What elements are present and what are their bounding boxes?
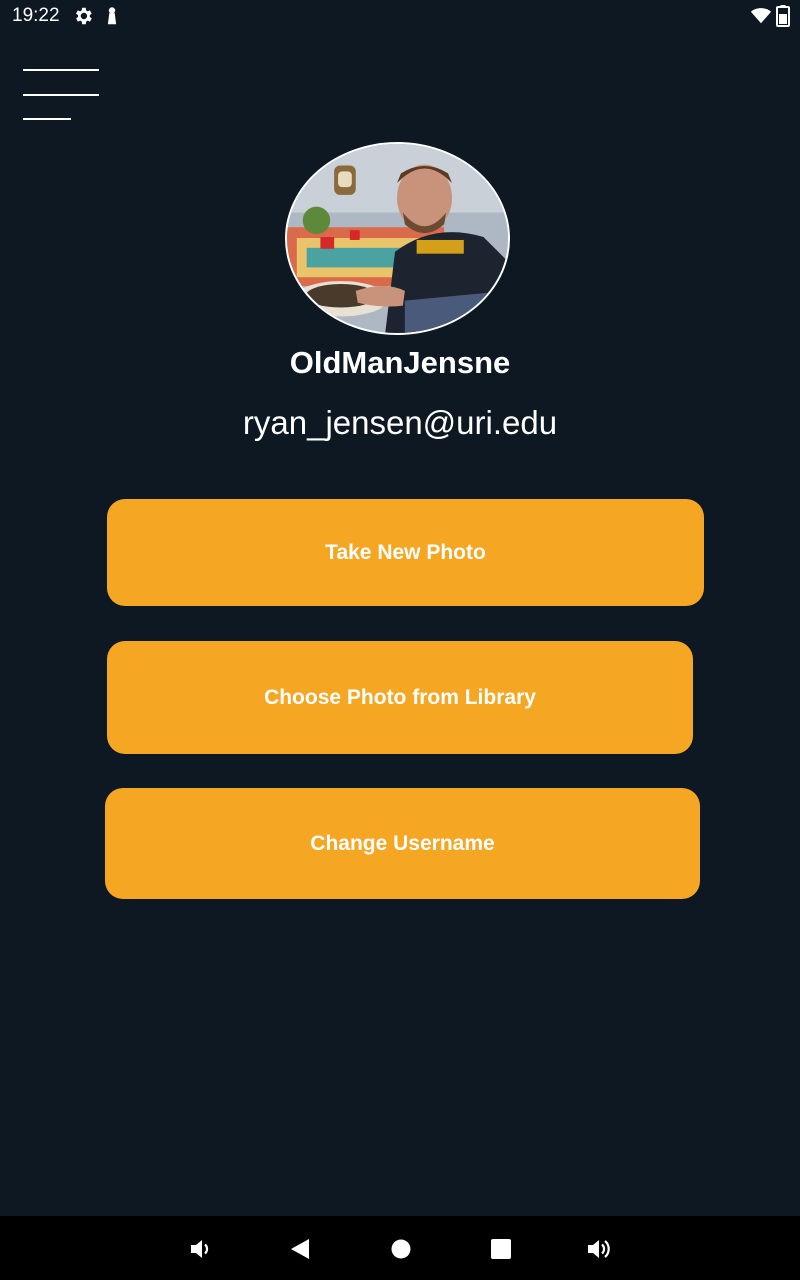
choose-photo-from-library-button[interactable]: Choose Photo from Library (107, 641, 693, 754)
home-icon[interactable] (388, 1236, 414, 1262)
menu-line (23, 94, 99, 96)
navigation-bar (0, 1216, 800, 1280)
menu-line (23, 69, 99, 71)
change-username-button[interactable]: Change Username (105, 788, 700, 899)
status-time: 19:22 (12, 5, 60, 26)
volume-down-icon[interactable] (188, 1236, 214, 1262)
profile-screen: 19:22 OldManJensne ryan_jensen@uri.edu T… (0, 0, 800, 1280)
hamburger-menu-icon[interactable] (16, 58, 108, 128)
volume-up-icon[interactable] (586, 1236, 612, 1262)
gear-icon (72, 5, 94, 27)
profile-avatar (285, 142, 510, 335)
take-new-photo-label: Take New Photo (325, 540, 486, 564)
menu-line (23, 118, 71, 120)
take-new-photo-button[interactable]: Take New Photo (107, 499, 704, 606)
battery-icon (776, 5, 790, 27)
profile-photo (287, 144, 508, 333)
change-username-label: Change Username (310, 831, 495, 855)
recents-icon[interactable] (488, 1236, 514, 1262)
wifi-icon (749, 4, 773, 26)
choose-photo-label: Choose Photo from Library (264, 685, 536, 709)
status-bar: 19:22 (0, 0, 800, 32)
back-icon[interactable] (288, 1236, 314, 1262)
lock-icon (101, 5, 123, 27)
profile-username: OldManJensne (289, 345, 511, 380)
profile-email: ryan_jensen@uri.edu (242, 404, 558, 441)
